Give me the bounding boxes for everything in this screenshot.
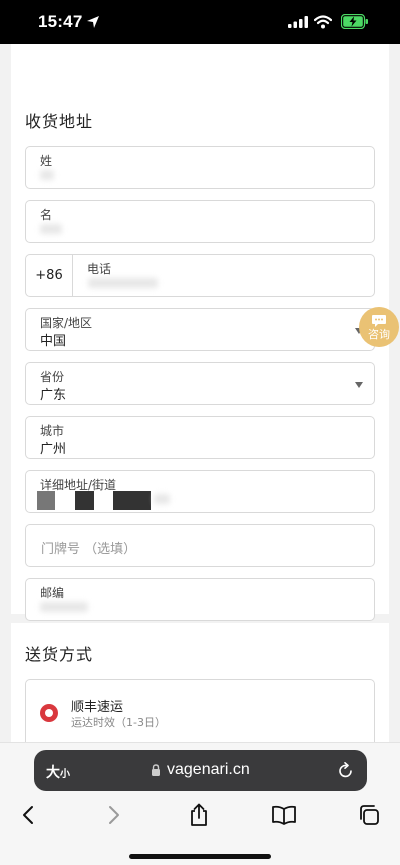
text-size-small: 小 bbox=[60, 769, 70, 780]
consult-label: 咨询 bbox=[368, 327, 390, 341]
shipping-option-sf-express[interactable]: 顺丰速运 运达时效（1-3日） bbox=[25, 679, 375, 742]
city-label: 城市 bbox=[40, 424, 65, 438]
first-name-field[interactable]: 名 bbox=[25, 200, 375, 243]
province-value: 广东 bbox=[40, 388, 67, 403]
lock-icon bbox=[152, 764, 160, 776]
radio-selected[interactable] bbox=[40, 704, 58, 722]
text-size-button[interactable]: 大小 bbox=[46, 762, 70, 782]
checkout-page: 收货地址 姓 名 +86 电话 国家/地区 中国 省份 广东 城市 广州 详细地… bbox=[0, 44, 400, 742]
zip-value-redacted bbox=[40, 602, 88, 612]
city-value: 广州 bbox=[40, 442, 67, 457]
shipping-option-time: 运达时效（1-3日） bbox=[71, 716, 166, 729]
url-text: vagenari.cn bbox=[167, 761, 250, 778]
battery-charging-icon bbox=[341, 14, 368, 29]
street-redaction-3 bbox=[113, 491, 151, 510]
text-size-big: 大 bbox=[46, 765, 60, 781]
address-bar[interactable]: 大小 vagenari.cn bbox=[34, 750, 367, 791]
last-name-value-redacted bbox=[40, 170, 54, 180]
chevron-left-icon bbox=[23, 806, 33, 824]
shipping-card: 送货方式 顺丰速运 运达时效（1-3日） bbox=[11, 623, 389, 742]
country-label: 国家/地区 bbox=[40, 316, 93, 330]
phone-value-redacted bbox=[88, 278, 158, 288]
house-number-field[interactable]: 门牌号 （选填） bbox=[25, 524, 375, 567]
status-bar: 15:47 bbox=[0, 0, 400, 44]
city-field[interactable]: 城市 广州 bbox=[25, 416, 375, 459]
phone-field[interactable]: +86 电话 bbox=[25, 254, 375, 297]
address-card: 收货地址 姓 名 +86 电话 国家/地区 中国 省份 广东 城市 广州 详细地… bbox=[11, 44, 389, 621]
house-number-placeholder: 门牌号 （选填） bbox=[41, 542, 137, 557]
province-dropdown-icon bbox=[355, 382, 363, 388]
forward-button[interactable] bbox=[100, 801, 128, 829]
last-name-field[interactable]: 姓 bbox=[25, 146, 375, 189]
street-value-redacted bbox=[154, 494, 170, 504]
shipping-option-name: 顺丰速运 bbox=[71, 700, 124, 715]
province-label: 省份 bbox=[40, 370, 65, 384]
province-select[interactable]: 省份 广东 bbox=[25, 362, 375, 405]
country-value: 中国 bbox=[40, 334, 67, 349]
status-time: 15:47 bbox=[38, 12, 83, 31]
country-select[interactable]: 国家/地区 中国 bbox=[25, 308, 375, 351]
street-field[interactable]: 详细地址/街道 bbox=[25, 470, 375, 513]
shipping-section-title: 送货方式 bbox=[25, 645, 94, 664]
reload-icon[interactable] bbox=[338, 762, 354, 779]
book-icon bbox=[272, 805, 296, 825]
bookmarks-button[interactable] bbox=[270, 801, 298, 829]
back-button[interactable] bbox=[14, 801, 42, 829]
tabs-icon bbox=[360, 805, 379, 825]
first-name-value-redacted bbox=[40, 224, 62, 234]
share-icon bbox=[191, 803, 207, 826]
last-name-label: 姓 bbox=[40, 154, 53, 168]
phone-label: 电话 bbox=[87, 262, 112, 276]
location-arrow-icon bbox=[87, 16, 99, 28]
first-name-label: 名 bbox=[40, 208, 53, 222]
chevron-right-icon bbox=[109, 806, 119, 824]
address-section-title: 收货地址 bbox=[25, 112, 94, 131]
consult-button[interactable]: 咨询 bbox=[359, 307, 399, 347]
home-indicator bbox=[129, 854, 271, 859]
street-redaction-2 bbox=[75, 491, 94, 510]
share-button[interactable] bbox=[185, 801, 213, 829]
tabs-button[interactable] bbox=[355, 801, 383, 829]
cellular-signal-icon bbox=[288, 16, 308, 28]
phone-country-code[interactable]: +86 bbox=[26, 255, 73, 296]
chat-bubble-icon bbox=[372, 314, 386, 327]
zip-label: 邮编 bbox=[40, 586, 65, 600]
wifi-icon bbox=[314, 15, 332, 29]
zip-field[interactable]: 邮编 bbox=[25, 578, 375, 621]
browser-toolbar: 大小 vagenari.cn bbox=[0, 742, 400, 865]
street-redaction-1 bbox=[37, 491, 55, 510]
